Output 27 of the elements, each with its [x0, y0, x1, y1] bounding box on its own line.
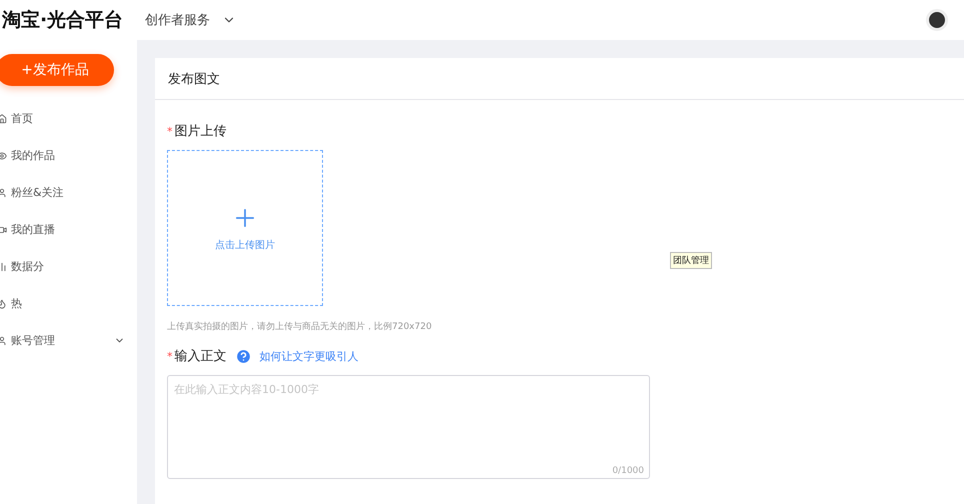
sidebar-item[interactable]: 账号管理 [0, 322, 137, 359]
help-link[interactable]: 如何让文字更吸引人 [260, 348, 358, 364]
sidebar-item[interactable]: 热 [0, 285, 137, 322]
sidebar-item[interactable]: 我的直播 [0, 211, 137, 248]
upload-hint: 上传真实拍摄的图片，请勿上传与商品无关的图片，比例720x720 [167, 320, 433, 333]
service-menu[interactable]: 创作者服务 [145, 11, 236, 29]
user-icon [0, 336, 7, 346]
required-mark: * [167, 124, 172, 138]
sidebar-item[interactable]: 首页 [0, 100, 137, 137]
required-mark: * [167, 350, 172, 362]
sidebar-item[interactable]: 我的作品 [0, 137, 137, 174]
user-icon [0, 188, 7, 198]
flame-icon [0, 298, 7, 308]
sidebar-item[interactable]: 数据分 [0, 248, 137, 285]
char-counter: 0/1000 [612, 466, 644, 476]
field-label: 图片上传 [174, 123, 226, 140]
sidebar-item[interactable]: 粉丝&关注 [0, 174, 137, 211]
field-label: 输入正文 [174, 348, 226, 365]
eye-icon [0, 150, 7, 160]
card-title: 发布图文 [168, 70, 220, 88]
chart-icon [0, 262, 7, 272]
avatar[interactable] [926, 9, 948, 31]
video-icon [0, 224, 7, 234]
home-icon [0, 114, 7, 124]
tooltip: 团队管理 [670, 252, 712, 269]
logo: 淘宝·光合平台 [2, 8, 124, 33]
help-icon [234, 348, 252, 364]
